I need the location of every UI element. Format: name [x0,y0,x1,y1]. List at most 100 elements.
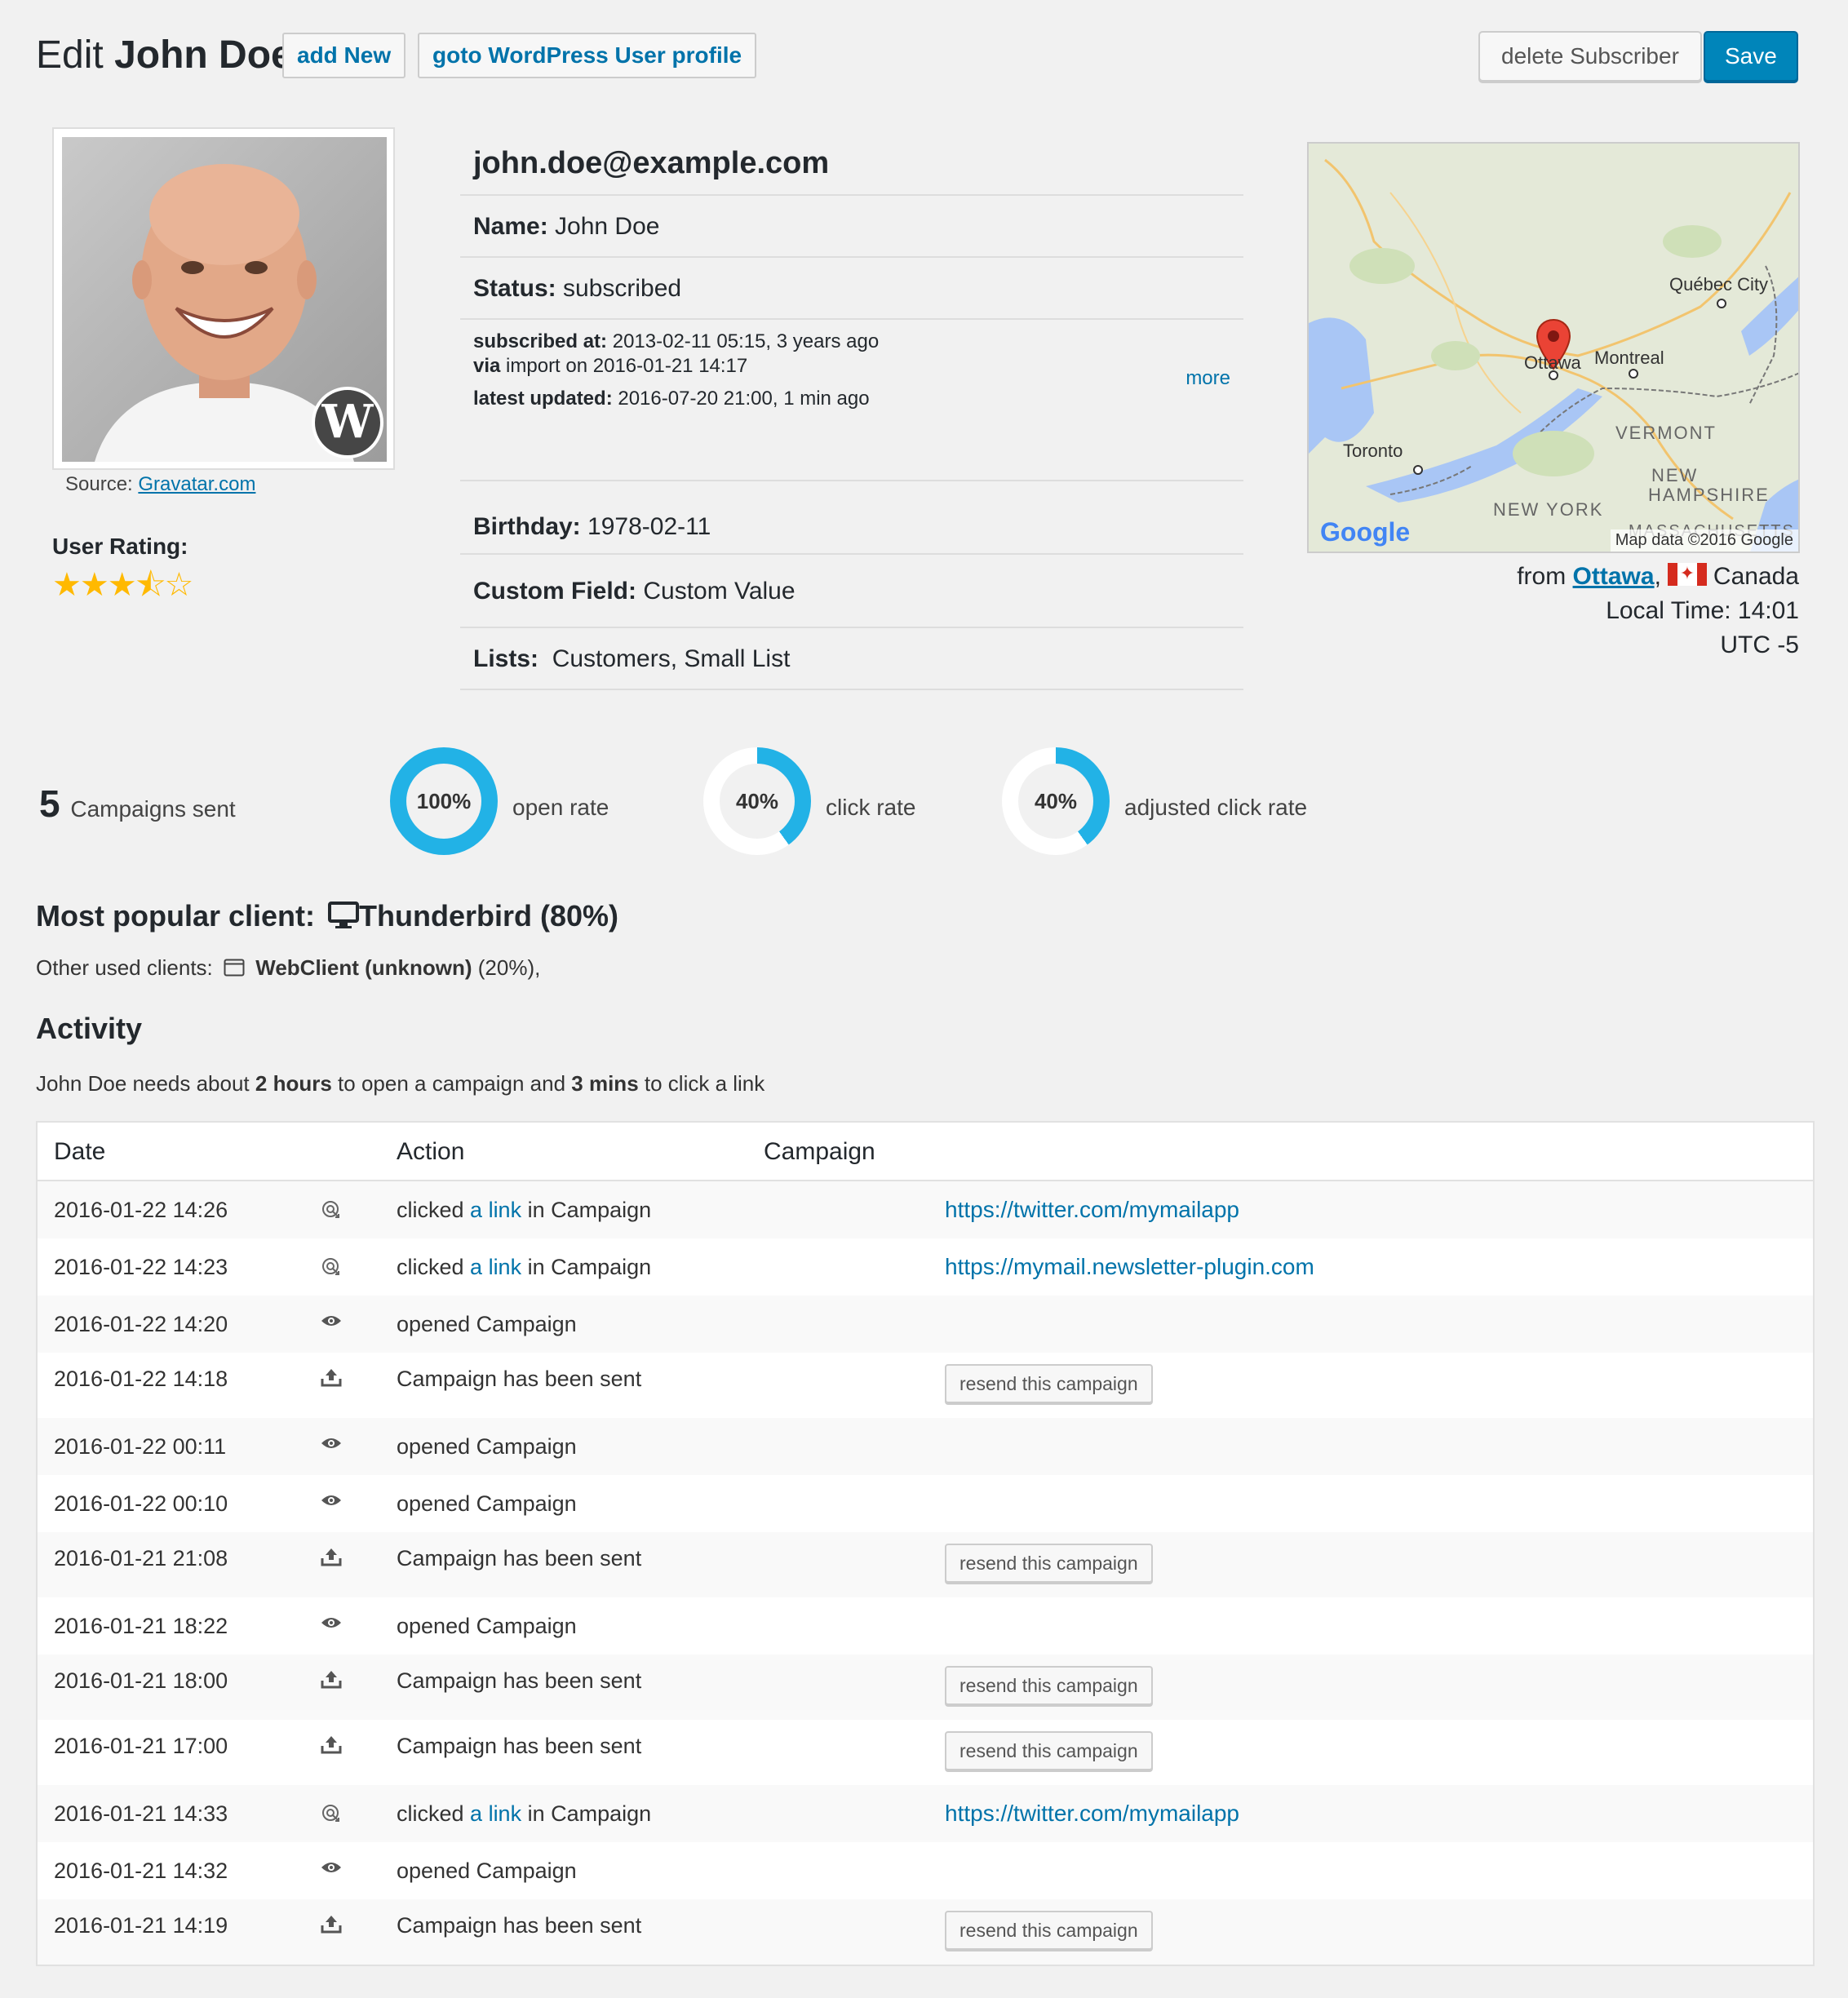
status-label: Status: [473,275,556,302]
activity-summary: John Doe needs about 2 hours to open a c… [36,1069,764,1098]
table-row: 2016-01-21 14:32 opened Campaign [38,1842,1813,1899]
activity-heading: Activity [36,1012,143,1045]
campaign-url-link[interactable]: https://twitter.com/mymailapp [945,1801,1239,1826]
via-value: import on 2016-01-21 14:17 [506,355,748,377]
upload-icon [315,1734,348,1754]
table-row: 2016-01-22 14:18 Campaign has been sent re… [38,1353,1813,1418]
map-label-ottawa: Ottawa [1524,352,1581,373]
upload-icon [315,1547,348,1566]
click-icon [315,1256,348,1278]
geo-city-link[interactable]: Ottawa [1573,563,1655,590]
row-date: 2016-01-21 18:00 [54,1668,228,1693]
upload-icon [315,1914,348,1934]
subscriber-info: john.doe@example.com Name: John Doe Stat… [460,139,1243,690]
add-new-button[interactable]: add New [282,33,406,78]
more-link[interactable]: more [1185,367,1230,390]
click-icon [315,1803,348,1824]
table-row: 2016-01-21 17:00 Campaign has been sent re… [38,1720,1813,1785]
table-row: 2016-01-21 18:00 Campaign has been sent re… [38,1655,1813,1720]
eye-icon [315,1493,348,1508]
geo-from-line: from Ottawa, Canada [1517,560,1799,594]
summary-suffix: to click a link [644,1071,765,1096]
resend-campaign-button[interactable]: resend this campaign [945,1731,1153,1770]
row-date: 2016-01-21 14:19 [54,1913,228,1938]
campaigns-sent-count: 5 [39,782,60,825]
other-clients-label: Other used clients: [36,955,213,980]
name-row: Name: John Doe [460,196,1243,258]
action-text: opened Campaign [397,1434,577,1459]
via-source: via import on 2016-01-21 14:17 [473,354,1243,379]
campaign-url-link[interactable]: https://mymail.newsletter-plugin.com [945,1254,1314,1279]
summary-open-time: 2 hours [255,1071,332,1096]
eye-icon [315,1436,348,1451]
map-label-toronto: Toronto [1343,441,1403,461]
resend-campaign-button[interactable]: resend this campaign [945,1544,1153,1583]
row-date: 2016-01-21 21:08 [54,1546,228,1570]
user-rating-label: User Rating: [52,534,188,559]
latest-updated: latest updated: 2016-07-20 21:00, 1 min … [473,387,1243,411]
summary-middle: to open a campaign and [338,1071,566,1096]
status-row: Status: subscribed [460,258,1243,320]
other-client-name: WebClient (unknown) [255,955,472,980]
desktop-icon [328,902,360,928]
table-row: 2016-01-21 18:22 opened Campaign [38,1597,1813,1655]
row-campaign: https://twitter.com/mymailapp [945,1785,1239,1842]
resend-campaign-button[interactable]: resend this campaign [945,1911,1153,1950]
custom-field-label: Custom Field: [473,578,636,605]
click-icon [315,1199,348,1221]
goto-wordpress-profile-button[interactable]: goto WordPress User profile [418,33,757,78]
birthday-value: 1978-02-11 [587,513,711,540]
campaign-url-link[interactable]: https://twitter.com/mymailapp [945,1197,1239,1222]
page-title: Edit John Doe [36,31,293,80]
adjusted-click-rate-label: adjusted click rate [1124,795,1308,820]
geo-comma: , [1654,563,1661,590]
avatar-frame: W [52,127,395,470]
table-body: 2016-01-22 14:26 clicked a link in Campai… [38,1181,1813,1965]
browser-window-icon [224,959,245,977]
action-text: opened Campaign [397,1491,577,1516]
geo-utc: UTC -5 [1720,631,1799,658]
row-action: clicked a link in Campaign [397,1238,651,1296]
table-row: 2016-01-21 14:19 Campaign has been sent re… [38,1899,1813,1965]
name-value: John Doe [555,213,660,240]
summary-prefix: John Doe needs about [36,1071,250,1096]
gravatar-link[interactable]: Gravatar.com [138,473,255,495]
row-date: 2016-01-22 00:11 [54,1434,227,1459]
user-rating-stars[interactable]: ★★★⯪☆ [52,561,193,617]
action-text: opened Campaign [397,1614,577,1638]
map-label-newyork: NEW YORK [1493,499,1604,520]
other-clients: Other used clients: WebClient (unknown) … [36,953,540,982]
action-link[interactable]: a link [470,1255,521,1279]
resend-campaign-button[interactable]: resend this campaign [945,1666,1153,1705]
row-date: 2016-01-22 14:26 [54,1198,228,1222]
column-header-campaign: Campaign [764,1138,875,1165]
save-button[interactable]: Save [1704,31,1798,82]
row-campaign: https://mymail.newsletter-plugin.com [945,1238,1314,1296]
table-row: 2016-01-21 14:33 clicked a link in Campai… [38,1785,1813,1842]
action-text: Campaign has been sent [397,1546,642,1570]
click-rate-label: click rate [826,795,916,820]
open-rate-donut: 100% [390,747,498,855]
table-row: 2016-01-21 21:08 Campaign has been sent re… [38,1532,1813,1597]
row-campaign: resend this campaign [945,1544,1153,1583]
location-map[interactable]: Québec City Ottawa Montreal Toronto VERM… [1307,142,1800,553]
lists-value: Customers, Small List [552,645,791,672]
column-header-action: Action [397,1138,465,1165]
row-campaign: resend this campaign [945,1364,1153,1403]
action-post: in Campaign [527,1198,652,1222]
custom-field-row: Custom Field: Custom Value [460,555,1243,628]
row-campaign: https://twitter.com/mymailapp [945,1181,1239,1238]
action-link[interactable]: a link [470,1198,521,1222]
resend-campaign-button[interactable]: resend this campaign [945,1364,1153,1403]
open-rate-label: open rate [512,795,609,820]
action-link[interactable]: a link [470,1801,521,1826]
delete-subscriber-button[interactable]: delete Subscriber [1478,31,1702,82]
name-label: Name: [473,213,548,240]
map-label-hampshire: HAMPSHIRE [1648,485,1770,505]
table-row: 2016-01-22 14:23 clicked a link in Campai… [38,1238,1813,1296]
birthday-row: Birthday: 1978-02-11 [460,481,1243,555]
action-text: Campaign has been sent [397,1734,642,1758]
page-title-prefix: Edit [36,33,104,77]
row-date: 2016-01-21 14:33 [54,1801,228,1826]
subscribed-at: subscribed at: 2013-02-11 05:15, 3 years… [473,330,1243,354]
